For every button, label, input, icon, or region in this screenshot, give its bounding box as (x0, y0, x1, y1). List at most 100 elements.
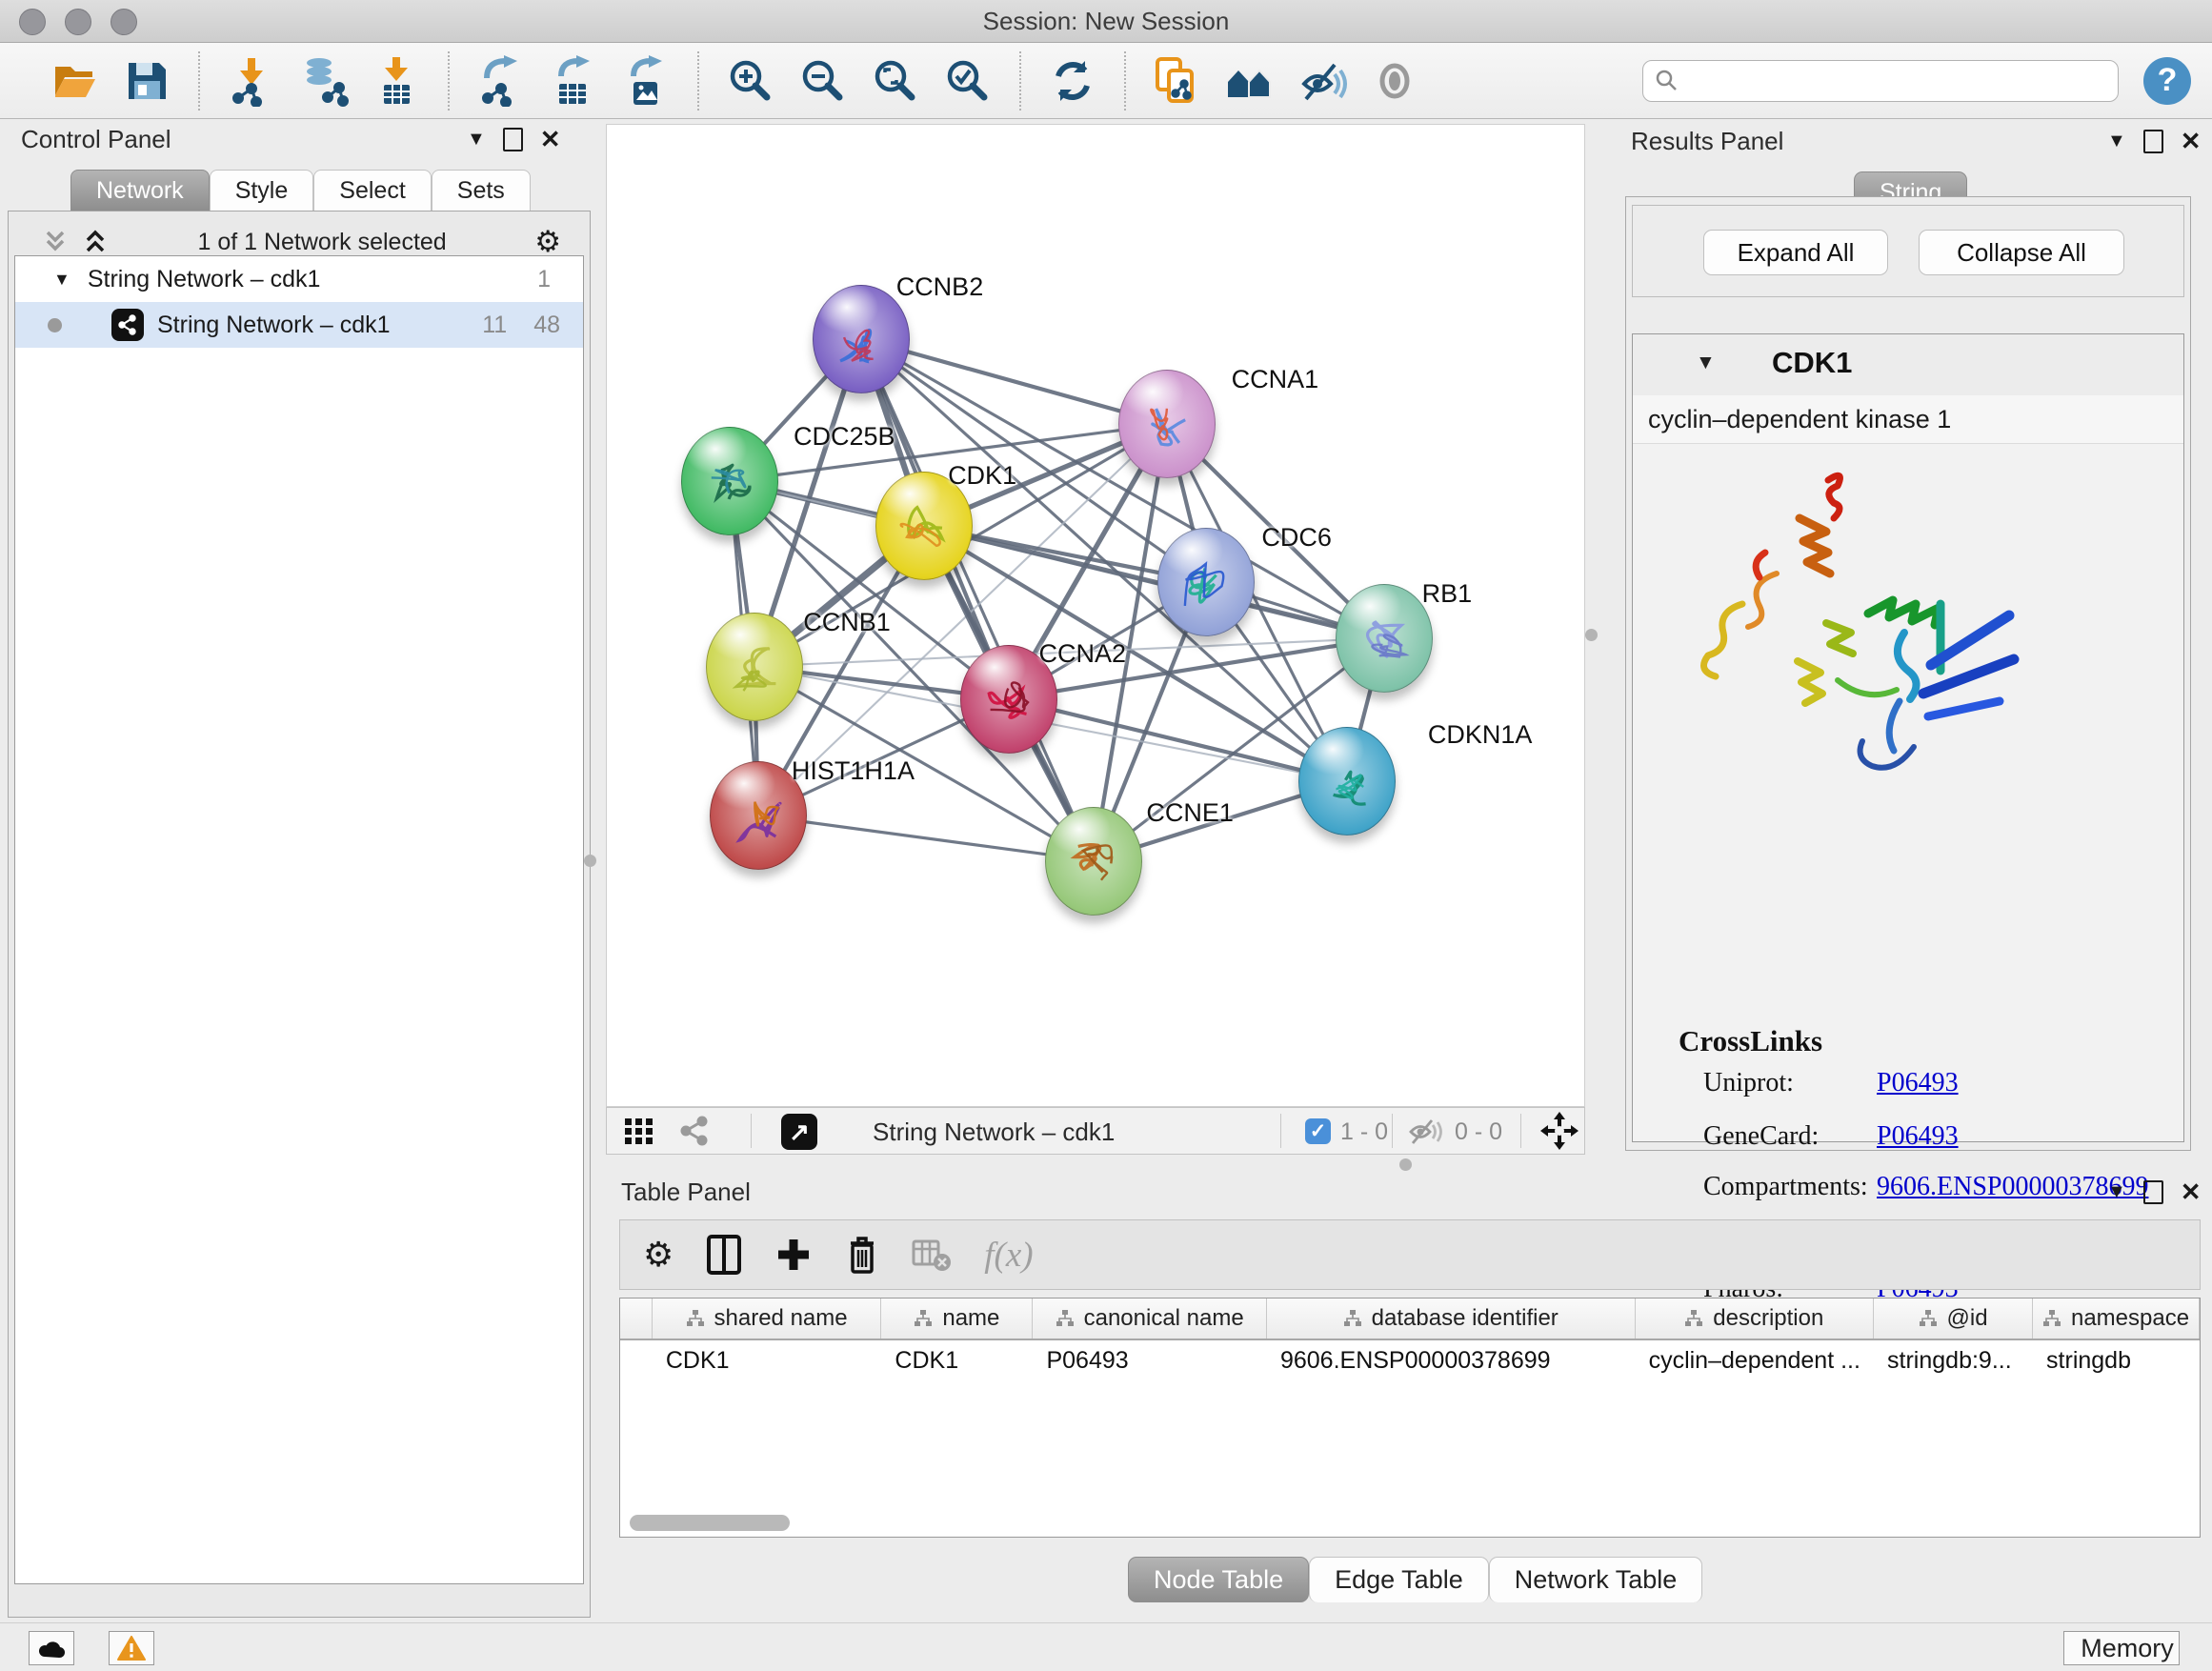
gene-card-collapse-icon[interactable]: ▼ (1696, 352, 1716, 374)
first-neighbors-icon[interactable] (1222, 53, 1277, 109)
table-options-gear-icon[interactable]: ⚙ (643, 1235, 674, 1275)
update-network-icon[interactable] (1045, 53, 1100, 109)
node-RB1[interactable] (1336, 584, 1433, 693)
results-panel-collapse-icon[interactable]: ▼ (2107, 131, 2126, 152)
protein-ribbon-thumbnail (813, 285, 910, 393)
tab-edge-table[interactable]: Edge Table (1309, 1557, 1489, 1602)
expand-all-button[interactable]: Expand All (1703, 230, 1888, 275)
show-columns-icon[interactable] (706, 1234, 742, 1276)
network-options-gear-icon[interactable]: ⚙ (534, 225, 561, 259)
tab-select[interactable]: Select (313, 170, 431, 211)
table-panel-collapse-icon[interactable]: ▼ (2107, 1181, 2126, 1203)
crosslink-label: Compartments: (1703, 1172, 1868, 1202)
node-CCNE1[interactable] (1045, 807, 1142, 916)
node-CCNA1[interactable] (1118, 370, 1216, 478)
right-splitter-handle[interactable] (1585, 629, 1598, 641)
network-canvas[interactable]: CCNB2CCNA1CDC25BCDK1CDC6RB1CCNB1CCNA2CDK… (606, 124, 1585, 1107)
import-network-from-database-icon[interactable] (296, 53, 352, 109)
grid-mode-icon[interactable] (622, 1114, 656, 1148)
pan-tool-icon[interactable] (1540, 1112, 1579, 1150)
fit-content-icon[interactable] (868, 53, 923, 109)
column-header--id[interactable]: @id (1874, 1299, 2033, 1339)
tab-network[interactable]: Network (70, 170, 210, 211)
network-overview-icon[interactable] (677, 1114, 712, 1148)
crosslink-link[interactable]: P06493 (1877, 1121, 1959, 1152)
column-header-canonical-name[interactable]: canonical name (1033, 1299, 1267, 1339)
tab-style[interactable]: Style (210, 170, 314, 211)
column-header-database-identifier[interactable]: database identifier (1267, 1299, 1636, 1339)
collapse-all-networks-icon[interactable] (41, 228, 70, 256)
open-session-icon[interactable] (47, 53, 102, 109)
network-collection-row[interactable]: ▼ String Network – cdk1 1 (15, 256, 583, 302)
tab-network-table[interactable]: Network Table (1489, 1557, 1703, 1602)
node-CDC6[interactable] (1157, 528, 1255, 636)
warning-icon (117, 1636, 146, 1661)
table-panel-close-icon[interactable]: ✕ (2181, 1178, 2202, 1207)
table-horizontal-scrollbar[interactable] (630, 1515, 790, 1531)
node-CCNB2[interactable] (813, 285, 910, 393)
crosslink-link[interactable]: P06493 (1877, 1068, 1959, 1098)
collapse-all-button[interactable]: Collapse All (1919, 230, 2124, 275)
crosslink-label: GeneCard: (1703, 1121, 1819, 1152)
export-image-icon[interactable] (618, 53, 674, 109)
zoom-in-icon[interactable] (723, 53, 778, 109)
network-row[interactable]: String Network – cdk1 11 48 (15, 302, 583, 348)
new-network-from-selection-icon[interactable] (1150, 53, 1205, 109)
export-table-icon[interactable] (546, 53, 601, 109)
column-header-name[interactable]: name (881, 1299, 1033, 1339)
results-panel-close-icon[interactable]: ✕ (2181, 127, 2202, 156)
import-table-from-file-icon[interactable] (369, 53, 424, 109)
selected-items-checkbox[interactable]: ✓ (1305, 1118, 1331, 1144)
memory-button[interactable]: Memory (2063, 1631, 2180, 1665)
search-input[interactable] (1679, 67, 2106, 95)
node-CDC25B[interactable] (681, 427, 778, 535)
control-panel-close-icon[interactable]: ✕ (540, 125, 561, 154)
cloud-icon (37, 1638, 66, 1659)
table-cell[interactable]: stringdb (2033, 1340, 2200, 1380)
show-graphics-details-icon[interactable] (1367, 53, 1422, 109)
node-CCNB1[interactable] (706, 613, 803, 721)
edge-HIST1H1A-CCNE1[interactable] (758, 815, 1094, 860)
import-network-from-file-icon[interactable] (224, 53, 279, 109)
delete-column-icon[interactable] (845, 1234, 879, 1276)
cloud-status-button[interactable] (29, 1631, 74, 1665)
table-panel-float-icon[interactable] (2143, 1180, 2163, 1204)
tab-node-table[interactable]: Node Table (1128, 1557, 1309, 1602)
left-splitter-handle[interactable] (584, 855, 596, 867)
table-cell[interactable]: stringdb:9... (1874, 1340, 2033, 1380)
control-panel-collapse-icon[interactable]: ▼ (467, 129, 486, 151)
table-cell[interactable]: CDK1 (881, 1340, 1033, 1380)
column-header-description[interactable]: description (1636, 1299, 1874, 1339)
expand-all-networks-icon[interactable] (81, 228, 110, 256)
table-cell[interactable]: P06493 (1033, 1340, 1267, 1380)
column-header-shared-name[interactable]: shared name (653, 1299, 882, 1339)
node-label-CCNA2: CCNA2 (1038, 639, 1126, 669)
table-cell[interactable]: 9606.ENSP00000378699 (1267, 1340, 1636, 1380)
current-network-indicator (48, 318, 62, 332)
create-column-icon[interactable] (774, 1236, 813, 1274)
node-label-CDC25B: CDC25B (794, 422, 895, 452)
column-header-namespace[interactable]: namespace (2033, 1299, 2200, 1339)
zoom-out-icon[interactable] (795, 53, 851, 109)
results-panel-float-icon[interactable] (2143, 130, 2163, 153)
bottom-splitter-handle[interactable] (1399, 1158, 1412, 1171)
table-row[interactable]: CDK1CDK1P064939606.ENSP00000378699cyclin… (620, 1340, 2200, 1380)
gene-card-header[interactable]: ▼ CDK1 (1633, 334, 2183, 396)
table-cell[interactable]: CDK1 (653, 1340, 882, 1380)
application-window: Session: New Session ? Control Panel (0, 0, 2212, 1671)
help-icon[interactable]: ? (2143, 57, 2191, 105)
search-field[interactable] (1642, 60, 2119, 102)
node-CDKN1A[interactable] (1298, 727, 1396, 836)
tab-sets[interactable]: Sets (432, 170, 531, 211)
control-panel-float-icon[interactable] (503, 128, 523, 151)
export-network-icon[interactable] (473, 53, 529, 109)
detach-view-icon[interactable]: ↗ (781, 1114, 817, 1150)
show-hide-icon[interactable] (1295, 53, 1350, 109)
collection-expand-icon[interactable]: ▼ (53, 270, 70, 290)
zoom-selected-icon[interactable] (940, 53, 995, 109)
hidden-items-icon (1407, 1117, 1445, 1147)
save-session-icon[interactable] (119, 53, 174, 109)
warning-button[interactable] (109, 1631, 154, 1665)
table-cell[interactable]: cyclin–dependent ... (1636, 1340, 1874, 1380)
network-row-label: String Network – cdk1 (157, 312, 482, 339)
